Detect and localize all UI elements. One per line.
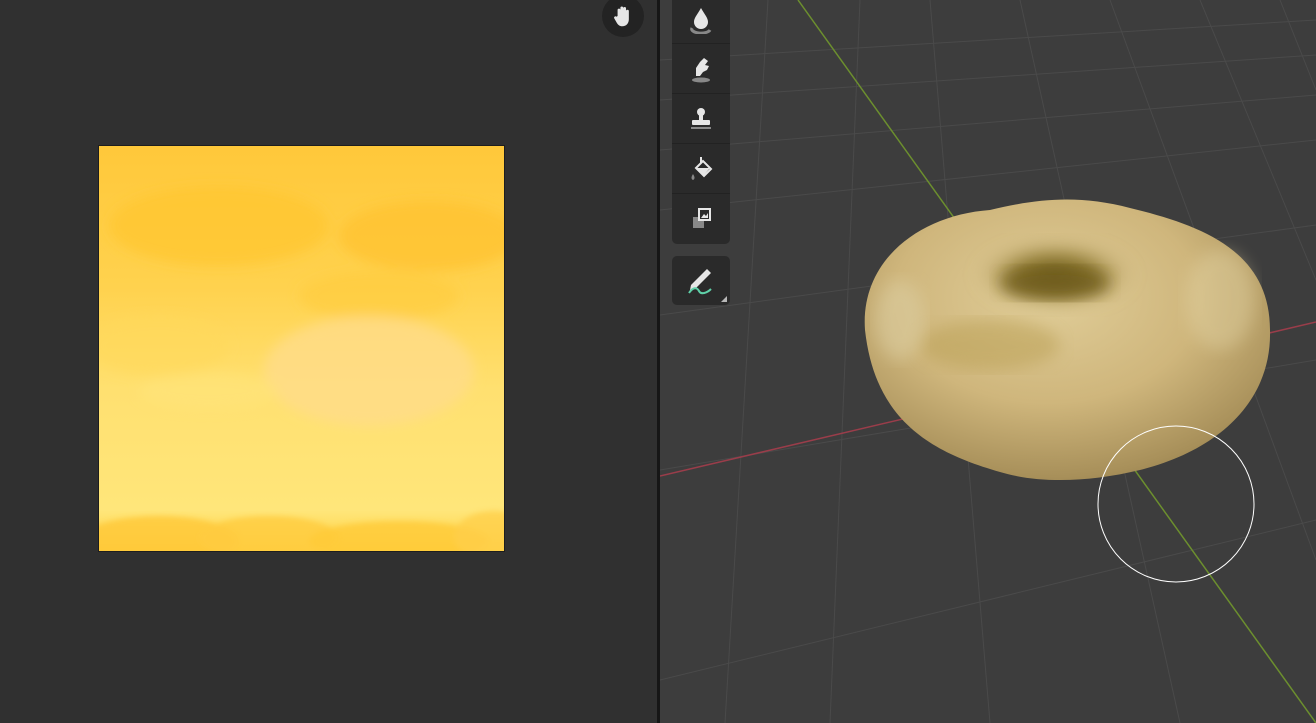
paint-bucket-icon [691,156,713,180]
tool-options-indicator [721,296,727,302]
tool-clone[interactable] [672,94,730,144]
texture-image[interactable] [98,145,505,552]
tool-shelf [672,0,730,244]
smear-hand-icon [692,57,710,82]
texture-paint-strokes [99,146,504,551]
tool-fill[interactable] [672,144,730,194]
stamp-icon [691,107,711,129]
viewport-scene [660,0,1316,723]
tool-soften[interactable] [672,0,730,44]
mask-squares-icon [693,208,711,228]
pan-view-button[interactable] [602,0,644,37]
3d-viewport[interactable] [660,0,1316,723]
hand-pan-icon [614,6,629,27]
torus-object[interactable] [864,199,1271,481]
image-editor-area[interactable] [0,0,657,723]
tool-smear[interactable] [672,44,730,94]
tool-annotate[interactable] [672,256,730,305]
pencil-wave-icon [688,268,712,294]
tool-mask[interactable] [672,194,730,244]
drop-icon [690,7,712,34]
blender-window [0,0,1316,723]
